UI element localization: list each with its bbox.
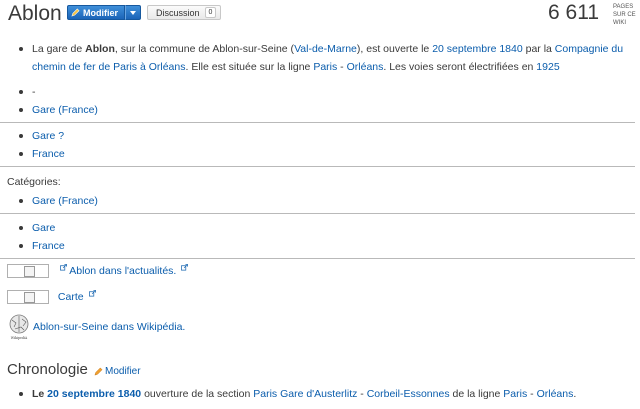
link-paris[interactable]: Paris xyxy=(313,61,337,73)
link-gare-france[interactable]: Gare (France) xyxy=(32,104,98,116)
link-val-de-marne[interactable]: Val-de-Marne xyxy=(294,43,357,55)
discussion-count-badge: 0 xyxy=(204,7,217,18)
link-1925[interactable]: 1925 xyxy=(536,61,559,73)
divider xyxy=(0,213,635,214)
link-category-gare-france[interactable]: Gare (France) xyxy=(32,195,98,207)
link-chrono-date[interactable]: 20 septembre 1840 xyxy=(47,388,141,400)
external-link-icon xyxy=(60,264,67,271)
list-item[interactable]: France xyxy=(0,237,635,255)
list-item: Le 20 septembre 1840 ouverture de la sec… xyxy=(0,385,635,403)
link-date-1840[interactable]: 20 septembre 1840 xyxy=(432,43,522,55)
link-chrono-paris[interactable]: Paris xyxy=(503,388,527,400)
chevron-down-icon xyxy=(130,10,136,15)
list-item[interactable]: Gare ? xyxy=(0,127,635,145)
list-item[interactable]: France xyxy=(0,145,635,163)
wiki-page-count: 6 611 xyxy=(548,1,599,24)
link-chrono-orleans[interactable]: Orléans xyxy=(537,388,574,400)
wiki-page-count-label: PAGES SUR CE WIKI xyxy=(613,4,636,26)
broken-image-icon xyxy=(7,264,49,279)
intro-list: La gare de Ablon, sur la commune de Ablo… xyxy=(0,40,635,76)
wikipedia-globe-icon: WikipediA xyxy=(9,314,29,340)
link-gare-question[interactable]: Gare ? xyxy=(32,130,64,142)
link-france[interactable]: France xyxy=(32,148,65,160)
page-title: Ablon xyxy=(8,2,62,25)
link-map[interactable]: Carte xyxy=(58,291,84,303)
divider xyxy=(0,258,635,259)
chronology-list: Le 20 septembre 1840 ouverture de la sec… xyxy=(0,385,635,403)
news-link-row: Ablon dans l'actualités. xyxy=(7,264,189,279)
link-wikipedia[interactable]: Ablon-sur-Seine dans Wikipédia. xyxy=(33,321,185,333)
link-category-gare[interactable]: Gare xyxy=(32,222,55,234)
divider xyxy=(0,166,635,167)
divider xyxy=(0,122,635,123)
pencil-icon xyxy=(71,8,80,17)
svg-text:WikipediA: WikipediA xyxy=(11,336,28,340)
link-category-france[interactable]: France xyxy=(32,240,65,252)
link-corbeil[interactable]: Corbeil-Essonnes xyxy=(367,388,450,400)
intro-paragraph: La gare de Ablon, sur la commune de Ablo… xyxy=(0,40,635,76)
page-header: Ablon Modifier Discussion 0 6 611 PAGES … xyxy=(0,0,640,30)
list-2: Gare ? France xyxy=(0,127,635,163)
list-3: Gare (France) xyxy=(0,192,635,210)
list-4: Gare France xyxy=(0,219,635,255)
link-orleans[interactable]: Orléans xyxy=(347,61,384,73)
edit-button[interactable]: Modifier xyxy=(67,5,125,20)
list-item[interactable]: Gare (France) xyxy=(0,101,635,119)
list-item[interactable]: Gare (France) xyxy=(0,192,635,210)
chronology-heading: Chronologie xyxy=(7,361,88,378)
pencil-icon xyxy=(94,367,103,376)
edit-button-label: Modifier xyxy=(83,7,118,18)
discussion-button[interactable]: Discussion 0 xyxy=(147,5,222,20)
link-austerlitz[interactable]: Paris Gare d'Austerlitz xyxy=(253,388,357,400)
external-link-icon xyxy=(88,290,96,297)
list-1: - Gare (France) xyxy=(0,83,635,119)
list-item: - xyxy=(0,83,635,101)
link-news[interactable]: Ablon dans l'actualités. xyxy=(69,265,176,277)
edit-button-group: Modifier xyxy=(67,5,141,20)
categories-label: Catégories: xyxy=(7,176,61,188)
map-link-row: Carte xyxy=(7,290,96,305)
edit-dropdown-button[interactable] xyxy=(125,5,141,20)
broken-image-icon xyxy=(7,290,49,305)
chronology-edit-link[interactable]: Modifier xyxy=(94,366,141,377)
discussion-label: Discussion xyxy=(156,7,200,18)
list-item[interactable]: Gare xyxy=(0,219,635,237)
external-link-icon xyxy=(181,264,189,271)
